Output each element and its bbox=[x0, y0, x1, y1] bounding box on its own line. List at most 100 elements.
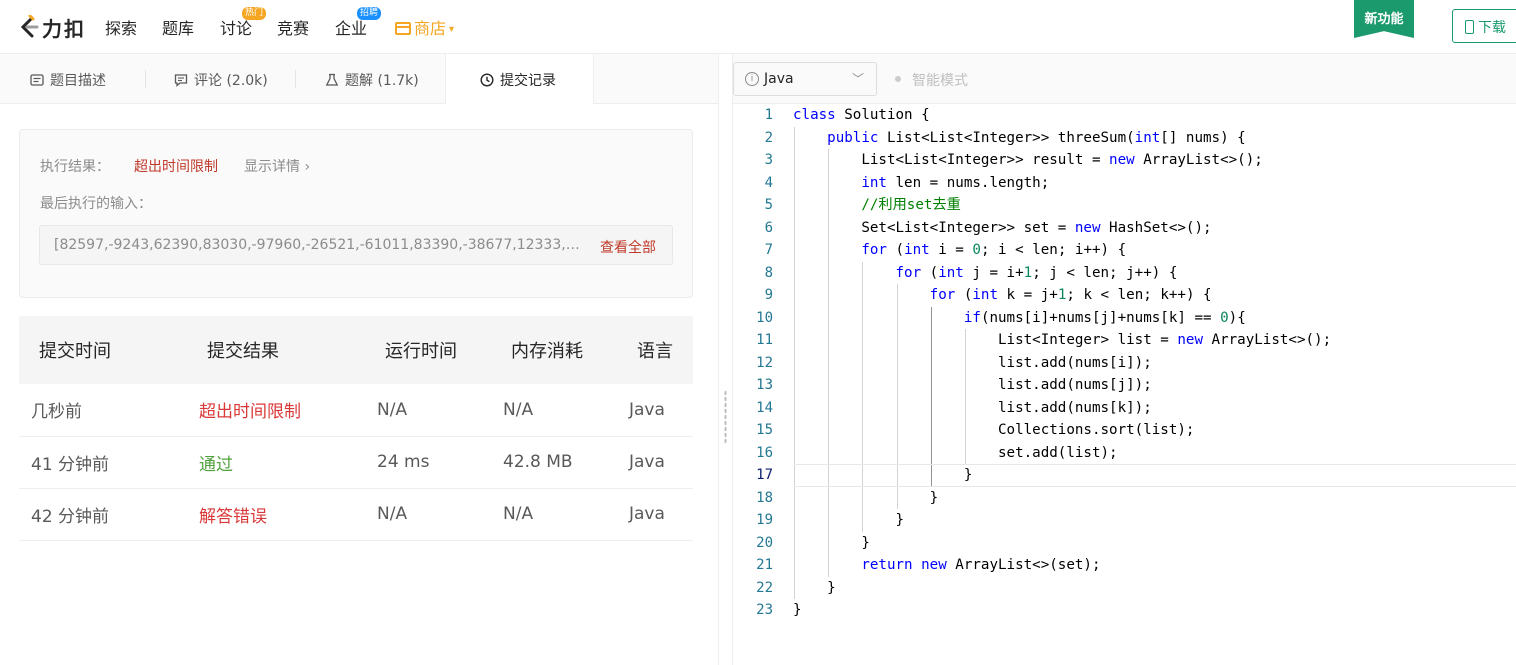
top-navbar: 力扣 探索 题库 讨论 热门 竞赛 企业 招聘 商店 ▾ 新功能 下载 bbox=[0, 0, 1516, 54]
line-number: 5 bbox=[764, 197, 773, 213]
code-line[interactable]: if(nums[i]+nums[j]+nums[k] == 0){ bbox=[793, 307, 1246, 330]
new-feature-label: 新功能 bbox=[1364, 12, 1404, 27]
code-editor[interactable]: 1 class Solution { 2 public List<List<Inte… bbox=[733, 104, 1516, 665]
code-line[interactable]: } bbox=[793, 464, 973, 487]
nav-discuss[interactable]: 讨论 热门 bbox=[220, 7, 267, 39]
show-details-link[interactable]: 显示详情 › bbox=[244, 156, 310, 176]
nav-problems[interactable]: 题库 bbox=[162, 15, 194, 39]
code-line[interactable]: List<Integer> list = new ArrayList<>(); bbox=[793, 329, 1331, 352]
line-number: 1 bbox=[764, 107, 773, 123]
tab-solutions-label: 题解 (1.7k) bbox=[345, 73, 419, 89]
comment-icon bbox=[174, 74, 188, 87]
description-icon bbox=[30, 74, 44, 86]
code-line[interactable]: for (int i = 0; i < len; i++) { bbox=[793, 239, 1126, 262]
nav-contest[interactable]: 竞赛 bbox=[277, 15, 309, 39]
header-language: 语言 bbox=[637, 341, 673, 362]
line-number: 12 bbox=[756, 354, 773, 371]
last-input-label: 最后执行的输入： bbox=[40, 196, 152, 212]
info-icon: i bbox=[745, 72, 759, 86]
submission-language: Java bbox=[617, 488, 693, 541]
code-line[interactable]: list.add(nums[j]); bbox=[793, 374, 1152, 397]
line-number: 13 bbox=[756, 377, 773, 393]
line-number: 16 bbox=[756, 444, 773, 461]
download-button[interactable]: 下载 bbox=[1452, 9, 1516, 43]
line-number: 4 bbox=[764, 174, 773, 191]
new-feature-ribbon[interactable]: 新功能 bbox=[1354, 0, 1414, 38]
code-line[interactable]: int len = nums.length; bbox=[793, 172, 1049, 195]
execution-result-panel: 执行结果： 超出时间限制 显示详情 › 最后执行的输入： [82597,-924… bbox=[19, 129, 693, 298]
header-time: 提交时间 bbox=[39, 341, 111, 362]
logo-text: 力扣 bbox=[42, 16, 86, 41]
tab-comments[interactable]: 评论 (2.0k) bbox=[174, 54, 268, 104]
line-number: 20 bbox=[756, 534, 773, 551]
code-line[interactable]: list.add(nums[i]); bbox=[793, 352, 1152, 375]
view-all-link[interactable]: 查看全部 bbox=[600, 237, 656, 257]
nav-explore[interactable]: 探索 bbox=[105, 15, 137, 39]
smart-mode-toggle[interactable]: 智能模式 bbox=[912, 70, 968, 90]
submission-result[interactable]: 通过 bbox=[187, 436, 365, 489]
line-number: 10 bbox=[756, 309, 773, 326]
tab-comments-label: 评论 (2.0k) bbox=[194, 73, 268, 89]
code-line[interactable]: class Solution { bbox=[793, 104, 930, 127]
code-line[interactable]: for (int j = i+1; j < len; j++) { bbox=[793, 262, 1178, 285]
panel-resizer[interactable] bbox=[718, 54, 733, 665]
code-line[interactable]: for (int k = j+1; k < len; k++) { bbox=[793, 284, 1212, 307]
nav-enterprise[interactable]: 企业 招聘 bbox=[335, 7, 382, 39]
line-number: 8 bbox=[764, 264, 773, 281]
line-number: 23 bbox=[756, 602, 773, 618]
tab-solutions[interactable]: 题解 (1.7k) bbox=[325, 54, 419, 104]
line-number: 9 bbox=[764, 287, 773, 303]
submissions-table: 提交时间 提交结果 运行时间 内存消耗 语言 几秒前 超出时间限制 N/A N/… bbox=[19, 316, 693, 541]
code-line[interactable]: return new ArrayList<>(set); bbox=[793, 554, 1100, 577]
tab-description-label: 题目描述 bbox=[50, 73, 106, 89]
nav-enterprise-label: 企业 bbox=[335, 19, 368, 38]
code-line[interactable]: //利用set去重 bbox=[793, 194, 960, 217]
code-line[interactable]: list.add(nums[k]); bbox=[793, 397, 1152, 420]
code-line[interactable]: public List<List<Integer>> threeSum(int[… bbox=[793, 127, 1246, 150]
submission-time: 几秒前 bbox=[19, 384, 187, 437]
line-number: 11 bbox=[756, 332, 773, 348]
exec-result-label: 执行结果： bbox=[40, 159, 110, 175]
table-row[interactable]: 41 分钟前 通过 24 ms 42.8 MB Java bbox=[19, 436, 693, 489]
last-input-box: [82597,-9243,62390,83030,-97960,-26521,-… bbox=[39, 225, 673, 265]
submission-result[interactable]: 解答错误 bbox=[187, 488, 365, 541]
problem-tabs: 题目描述 评论 (2.0k) 题解 (1.7k) 提交记录 bbox=[0, 54, 718, 104]
code-line[interactable]: set.add(list); bbox=[793, 442, 1118, 465]
code-line[interactable]: } bbox=[793, 487, 939, 510]
last-input-value: [82597,-9243,62390,83030,-97960,-26521,-… bbox=[54, 237, 584, 253]
hot-badge: 热门 bbox=[242, 7, 267, 20]
chevron-down-icon: ▾ bbox=[449, 24, 455, 35]
tab-submissions[interactable]: 提交记录 bbox=[445, 54, 594, 104]
nav-store[interactable]: 商店 ▾ bbox=[395, 15, 454, 39]
code-line[interactable]: } bbox=[793, 599, 802, 622]
table-row[interactable]: 42 分钟前 解答错误 N/A N/A Java bbox=[19, 488, 693, 541]
language-select[interactable]: i Java ﹀ bbox=[733, 62, 877, 96]
download-label: 下载 bbox=[1478, 20, 1506, 36]
code-line[interactable]: Collections.sort(list); bbox=[793, 419, 1194, 442]
header-result: 提交结果 bbox=[207, 341, 279, 362]
phone-icon bbox=[1465, 20, 1474, 34]
leetcode-logo[interactable]: 力扣 bbox=[18, 12, 86, 42]
line-number: 7 bbox=[764, 242, 773, 258]
code-line[interactable]: } bbox=[793, 509, 904, 532]
line-number: 6 bbox=[764, 219, 773, 236]
code-line[interactable]: } bbox=[793, 577, 836, 600]
code-line[interactable]: } bbox=[793, 532, 870, 555]
drag-handle-icon[interactable] bbox=[724, 390, 727, 444]
table-header: 提交时间 提交结果 运行时间 内存消耗 语言 bbox=[19, 316, 693, 384]
exec-result-status: 超出时间限制 bbox=[134, 159, 218, 175]
submission-result[interactable]: 超出时间限制 bbox=[187, 384, 365, 437]
code-line[interactable]: Set<List<Integer>> set = new HashSet<>()… bbox=[793, 217, 1211, 240]
tab-description[interactable]: 题目描述 bbox=[30, 54, 106, 104]
submission-language: Java bbox=[617, 384, 693, 437]
submission-runtime: N/A bbox=[365, 384, 491, 437]
submission-runtime: 24 ms bbox=[365, 436, 491, 489]
line-number: 15 bbox=[756, 422, 773, 438]
code-line[interactable]: List<List<Integer>> result = new ArrayLi… bbox=[793, 149, 1262, 172]
line-number: 2 bbox=[764, 129, 773, 146]
table-row[interactable]: 几秒前 超出时间限制 N/A N/A Java bbox=[19, 384, 693, 437]
smart-mode-dot-icon bbox=[895, 76, 901, 82]
header-runtime: 运行时间 bbox=[385, 341, 457, 362]
leetcode-logo-icon bbox=[20, 15, 39, 38]
header-memory: 内存消耗 bbox=[511, 341, 583, 362]
